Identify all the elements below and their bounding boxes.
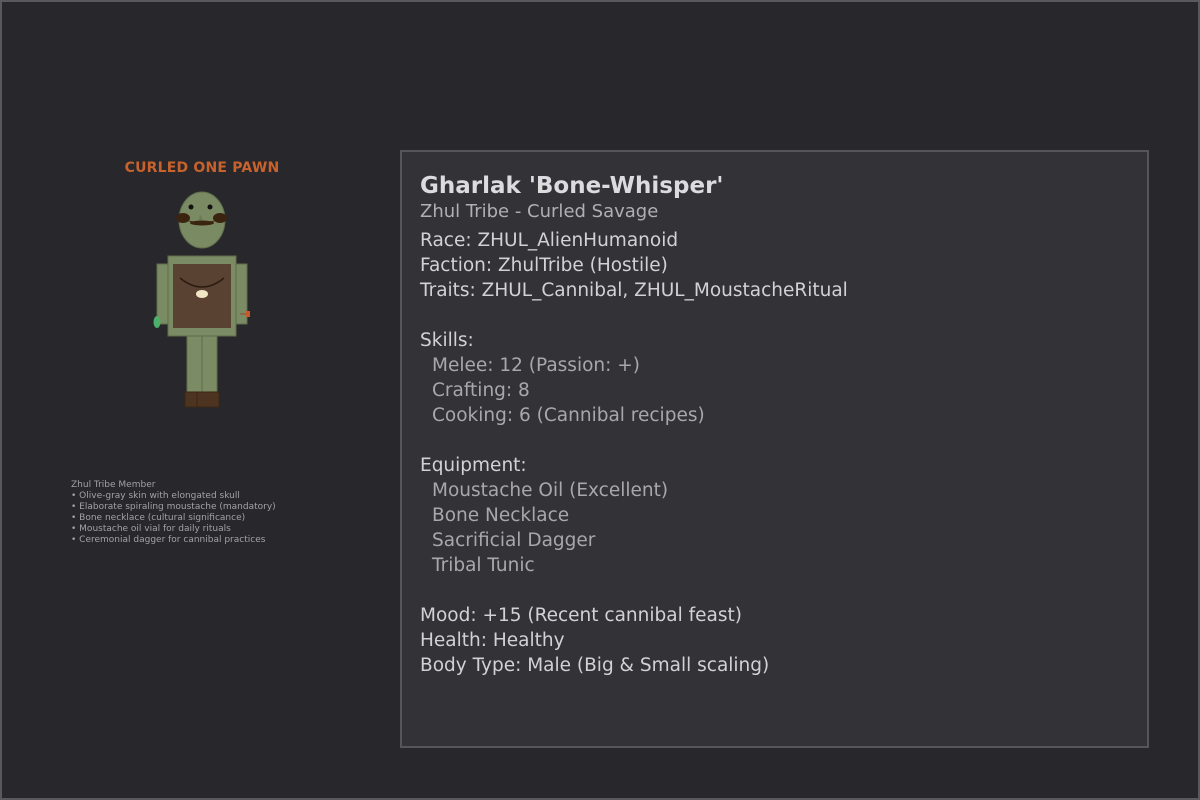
body-type-line: Body Type: Male (Big & Small scaling): [420, 655, 770, 676]
equipment-item: Moustache Oil (Excellent): [432, 480, 669, 501]
traits-line: Traits: ZHUL_Cannibal, ZHUL_MoustacheRit…: [420, 280, 848, 301]
description-heading: Zhul Tribe Member: [71, 480, 156, 490]
equipment-item: Tribal Tunic: [432, 555, 535, 576]
vial-icon: [153, 316, 161, 328]
skill-item: Crafting: 8: [432, 380, 530, 401]
race-line: Race: ZHUL_AlienHumanoid: [420, 230, 679, 251]
pawn-eye-left: [188, 204, 194, 210]
pawn-sprite[interactable]: [142, 186, 262, 416]
pawn-description: Zhul Tribe Member • Olive-gray skin with…: [71, 480, 371, 546]
health-line: Health: Healthy: [420, 630, 565, 651]
pawn-title: CURLED ONE PAWN: [124, 160, 280, 176]
description-bullet: • Moustache oil vial for daily rituals: [71, 524, 231, 534]
skill-item: Cooking: 6 (Cannibal recipes): [432, 405, 705, 426]
pawn-arm-left: [156, 263, 170, 325]
equipment-heading: Equipment:: [420, 455, 527, 476]
equipment-item: Sacrificial Dagger: [432, 530, 596, 551]
description-bullet: • Olive-gray skin with elongated skull: [71, 491, 240, 501]
pawn-eye-right: [207, 204, 213, 210]
faction-line: Faction: ZhulTribe (Hostile): [420, 255, 668, 276]
description-bullet: • Bone necklace (cultural significance): [71, 513, 246, 523]
equipment-item: Bone Necklace: [432, 505, 570, 526]
boots-icon: [184, 391, 220, 408]
pawn-subtitle: Zhul Tribe - Curled Savage: [420, 201, 659, 222]
skill-item: Melee: 12 (Passion: +): [432, 355, 640, 376]
mood-line: Mood: +15 (Recent cannibal feast): [420, 605, 742, 626]
pawn-info-panel: Gharlak 'Bone-Whisper' Zhul Tribe - Curl…: [400, 150, 1149, 748]
pawn-name: Gharlak 'Bone-Whisper': [420, 173, 724, 199]
skills-heading: Skills:: [420, 330, 474, 351]
description-bullet: • Ceremonial dagger for cannibal practic…: [71, 535, 266, 545]
description-bullet: • Elaborate spiraling moustache (mandato…: [71, 502, 276, 512]
